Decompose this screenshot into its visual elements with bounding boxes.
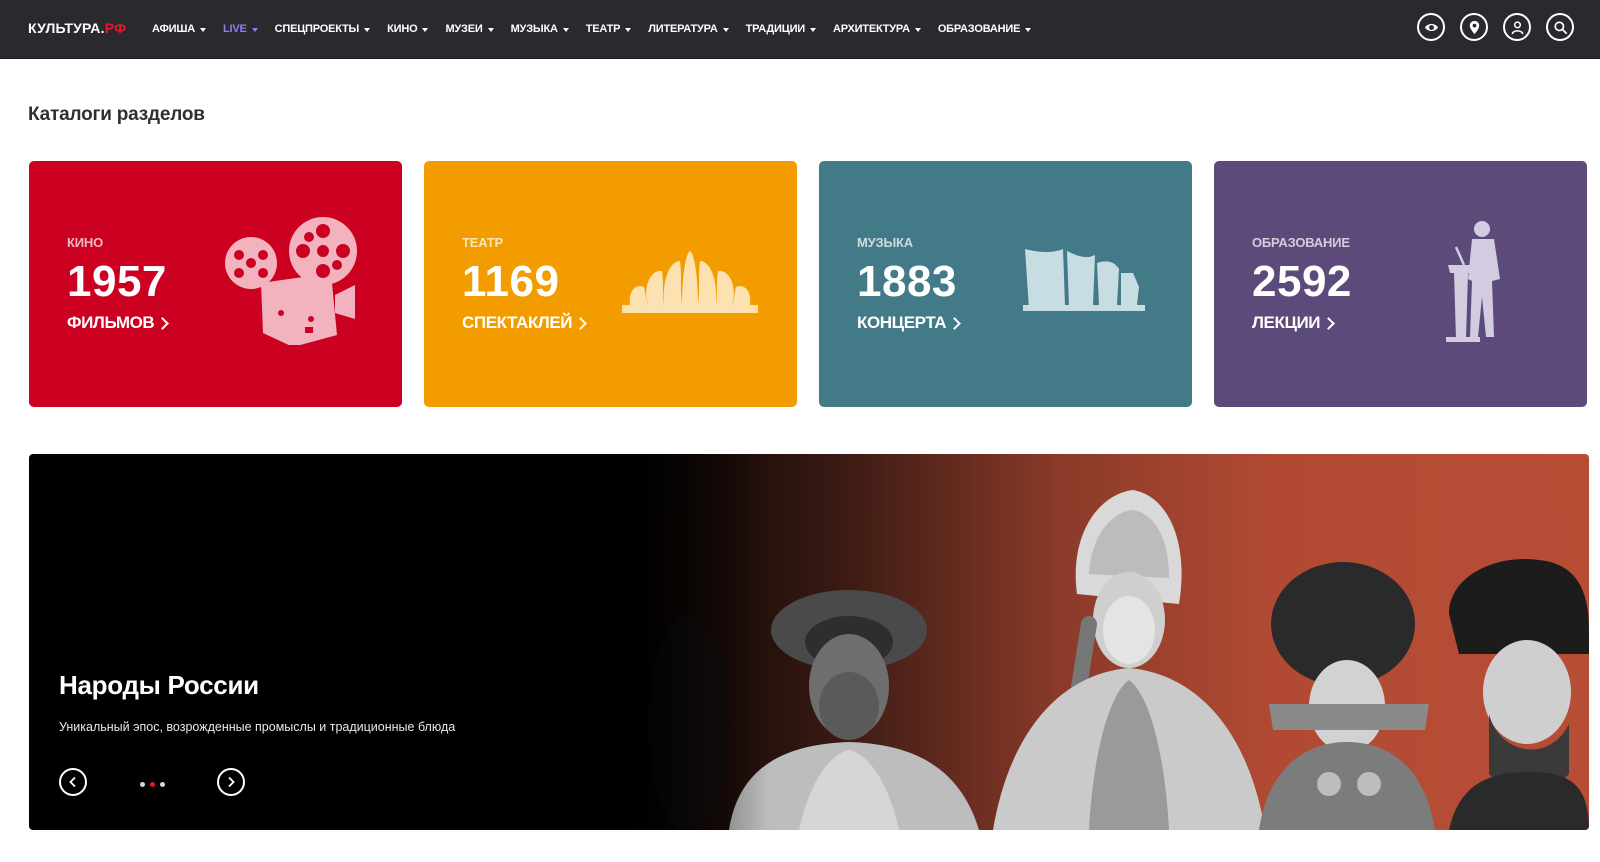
chevron-left-icon [69, 776, 76, 788]
card-unit-label: КОНЦЕРТА [857, 313, 947, 332]
search-icon [1553, 20, 1567, 34]
banner-prev-button[interactable] [59, 768, 87, 796]
lecturer-icon [1446, 221, 1500, 342]
card-category: КИНО [67, 235, 103, 250]
catalog-card-theatre[interactable]: ТЕАТР 1169 СПЕКТАКЛЕЙ [424, 161, 797, 407]
theatre-shell-icon [622, 251, 758, 313]
caret-down-icon [562, 27, 569, 32]
caret-down-icon [487, 27, 494, 32]
nav-item-label: АРХИТЕКТУРА [833, 23, 910, 35]
nav-item-label: ТРАДИЦИИ [745, 23, 806, 35]
card-unit-link[interactable]: ЛЕКЦИИ [1252, 313, 1335, 333]
caret-down-icon [1025, 27, 1032, 32]
nav-item-9[interactable]: ТРАДИЦИИ [746, 23, 816, 35]
chevron-right-icon [1322, 316, 1335, 330]
slide-dot[interactable] [150, 782, 155, 787]
card-count: 1883 [857, 257, 957, 306]
banner-next-button[interactable] [217, 768, 245, 796]
caret-down-icon [422, 27, 429, 32]
section-title: Каталоги разделов [28, 104, 205, 125]
nav-item-4[interactable]: КИНО [387, 23, 429, 35]
user-icon [1511, 20, 1523, 34]
nav-item-label: МУЗЫКА [510, 23, 558, 35]
main-menu: АФИША LIVE СПЕЦПРОЕКТЫ КИНО МУЗЕИ МУЗЫКА ТЕАТР… [152, 0, 1048, 58]
banner-subtitle: Уникальный эпос, возрожденные промыслы и… [59, 720, 456, 734]
card-category: МУЗЫКА [857, 235, 913, 250]
location-pin-icon [1469, 20, 1479, 34]
nav-item-label: ЛИТЕРАТУРА [648, 23, 718, 35]
card-unit-label: СПЕКТАКЛЕЙ [462, 313, 573, 332]
nav-item-10[interactable]: АРХИТЕКТУРА [833, 23, 921, 35]
logo-domain: РФ [104, 20, 127, 36]
concert-hall-icon [1023, 249, 1145, 311]
card-unit-label: ЛЕКЦИИ [1252, 313, 1321, 332]
card-count: 1957 [67, 257, 167, 306]
accessibility-eye-button[interactable] [1417, 13, 1445, 41]
nav-item-1[interactable]: АФИША [152, 23, 206, 35]
nav-item-11[interactable]: ОБРАЗОВАНИЕ [937, 23, 1032, 35]
nav-item-label: КИНО [387, 23, 418, 35]
catalog-card-music[interactable]: МУЗЫКА 1883 КОНЦЕРТА [819, 161, 1192, 407]
banner-slide-indicators [140, 782, 170, 787]
eye-icon [1424, 23, 1438, 31]
location-button[interactable] [1460, 13, 1488, 41]
caret-down-icon [810, 27, 816, 32]
banner-title: Народы России [59, 670, 259, 700]
nav-item-label: ОБРАЗОВАНИЕ [937, 23, 1021, 35]
catalog-card-education[interactable]: ОБРАЗОВАНИЕ 2592 ЛЕКЦИИ [1214, 161, 1587, 407]
film-projector-icon [225, 217, 357, 345]
chevron-right-icon [228, 776, 235, 788]
slide-dot[interactable] [140, 782, 145, 787]
caret-down-icon [625, 27, 632, 32]
card-count: 1169 [462, 257, 560, 306]
nav-item-7[interactable]: ТЕАТР [586, 23, 632, 35]
nav-item-label: ТЕАТР [585, 23, 621, 35]
catalog-card-cinema[interactable]: КИНО 1957 ФИЛЬМОВ [29, 161, 402, 407]
chevron-right-icon [948, 316, 962, 330]
top-navigation-bar: КУЛЬТУРА.РФ АФИША LIVE СПЕЦПРОЕКТЫ КИНО МУЗЕ… [0, 0, 1600, 58]
nav-item-label: LIVE [222, 23, 247, 35]
nav-item-2[interactable]: LIVE [223, 23, 258, 35]
user-profile-button[interactable] [1503, 13, 1531, 41]
caret-down-icon [199, 27, 206, 32]
caret-down-icon [914, 27, 921, 32]
nav-item-label: АФИША [152, 23, 195, 35]
nav-item-8[interactable]: ЛИТЕРАТУРА [648, 23, 729, 35]
caret-down-icon [364, 27, 371, 32]
slide-dot[interactable] [160, 782, 165, 787]
card-unit-link[interactable]: КОНЦЕРТА [857, 313, 962, 333]
nav-item-label: СПЕЦПРОЕКТЫ [274, 23, 360, 35]
logo-text: КУЛЬТУРА. [28, 20, 105, 36]
chevron-right-icon [156, 316, 170, 330]
card-unit-label: ФИЛЬМОВ [67, 313, 155, 332]
nav-item-6[interactable]: МУЗЫКА [511, 23, 569, 35]
header-icons [1402, 13, 1574, 41]
site-logo[interactable]: КУЛЬТУРА.РФ [28, 20, 126, 36]
nav-item-label: МУЗЕИ [445, 23, 483, 35]
card-category: ТЕАТР [462, 235, 503, 250]
card-count: 2592 [1252, 257, 1352, 306]
nav-item-3[interactable]: СПЕЦПРОЕКТЫ [275, 23, 371, 35]
card-category: ОБРАЗОВАНИЕ [1252, 235, 1350, 250]
card-unit-link[interactable]: СПЕКТАКЛЕЙ [462, 313, 587, 333]
peoples-of-russia-photo [589, 454, 1589, 830]
caret-down-icon [722, 27, 729, 32]
caret-down-icon [251, 27, 258, 32]
catalog-cards: КИНО 1957 ФИЛЬМОВ ТЕАТР 1169 СПЕКТАКЛЕЙ … [29, 161, 1589, 407]
search-button[interactable] [1546, 13, 1574, 41]
hero-banner[interactable]: Народы России Уникальный эпос, возрожден… [29, 454, 1589, 830]
nav-item-5[interactable]: МУЗЕИ [445, 23, 494, 35]
card-unit-link[interactable]: ФИЛЬМОВ [67, 313, 170, 333]
chevron-right-icon [574, 316, 587, 330]
